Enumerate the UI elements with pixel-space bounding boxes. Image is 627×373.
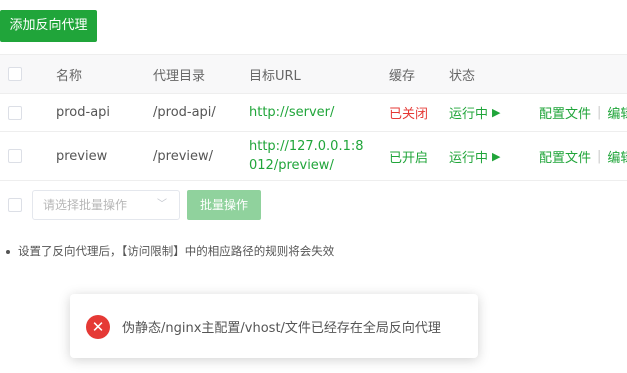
proxy-name: preview [56, 148, 108, 164]
cache-toggle[interactable]: 已开启 [389, 132, 428, 180]
cache-toggle[interactable]: 已关闭 [389, 94, 428, 131]
proxy-url[interactable]: http://127.0.0.1:8012/preview/ [249, 137, 367, 175]
proxy-name: prod-api [56, 105, 111, 120]
batch-operation-button[interactable]: 批量操作 [187, 190, 261, 220]
config-file-link[interactable]: 配置文件 [539, 103, 591, 122]
play-icon: ▶ [492, 106, 501, 119]
status-toggle[interactable]: 运行中 ▶ [449, 132, 500, 180]
add-reverse-proxy-button[interactable]: 添加反向代理 [0, 10, 97, 42]
batch-checkbox[interactable] [8, 198, 22, 212]
table-row: prod-api /prod-api/ http://server/ 已关闭 运… [0, 94, 627, 132]
error-icon: ✕ [86, 315, 110, 339]
header-path: 代理目录 [153, 68, 206, 84]
table-row: preview /preview/ http://127.0.0.1:8012/… [0, 132, 627, 181]
batch-operation-select[interactable]: 请选择批量操作 ﹀ [32, 190, 180, 220]
table-header: 名称 代理目录 目标URL 缓存 状态 [0, 54, 627, 94]
proxy-url[interactable]: http://server/ [249, 94, 334, 131]
proxy-path: /prod-api/ [153, 105, 216, 120]
proxy-table: 名称 代理目录 目标URL 缓存 状态 prod-api /prod-api/ … [0, 54, 627, 181]
error-toast: ✕ 伪静态/nginx主配置/vhost/文件已经存在全局反向代理 [70, 294, 478, 358]
row-checkbox[interactable] [8, 132, 22, 180]
toast-message: 伪静态/nginx主配置/vhost/文件已经存在全局反向代理 [122, 320, 441, 336]
row-actions: 配置文件 | 编辑 [539, 132, 627, 180]
chevron-down-icon: ﹀ [157, 199, 167, 210]
proxy-path: /preview/ [153, 148, 214, 164]
batch-bar: 请选择批量操作 ﹀ 批量操作 [0, 190, 300, 220]
edit-link[interactable]: 编辑 [607, 103, 627, 122]
row-checkbox[interactable] [8, 94, 22, 131]
info-note: 设置了反向代理后，【访问限制】中的相应路径的规则将会失效 [6, 243, 334, 259]
proxy-url-wrap[interactable]: http://127.0.0.1:8012/preview/ [249, 132, 367, 180]
row-actions: 配置文件 | 编辑 [539, 94, 627, 131]
batch-select-placeholder: 请选择批量操作 [43, 198, 128, 212]
note-text: 设置了反向代理后，【访问限制】中的相应路径的规则将会失效 [18, 244, 335, 258]
status-toggle[interactable]: 运行中 ▶ [449, 94, 500, 131]
header-cache: 缓存 [389, 68, 416, 84]
action-divider: | [597, 148, 602, 164]
edit-link[interactable]: 编辑 [607, 147, 627, 166]
config-file-link[interactable]: 配置文件 [539, 147, 591, 166]
select-all-checkbox[interactable] [8, 55, 22, 93]
header-status: 状态 [449, 68, 476, 84]
status-label: 运行中 [449, 107, 489, 122]
status-label: 运行中 [449, 150, 489, 166]
header-name: 名称 [56, 68, 83, 84]
bullet-icon [6, 249, 10, 254]
action-divider: | [597, 105, 602, 120]
play-icon: ▶ [492, 149, 501, 163]
header-url: 目标URL [249, 68, 301, 84]
